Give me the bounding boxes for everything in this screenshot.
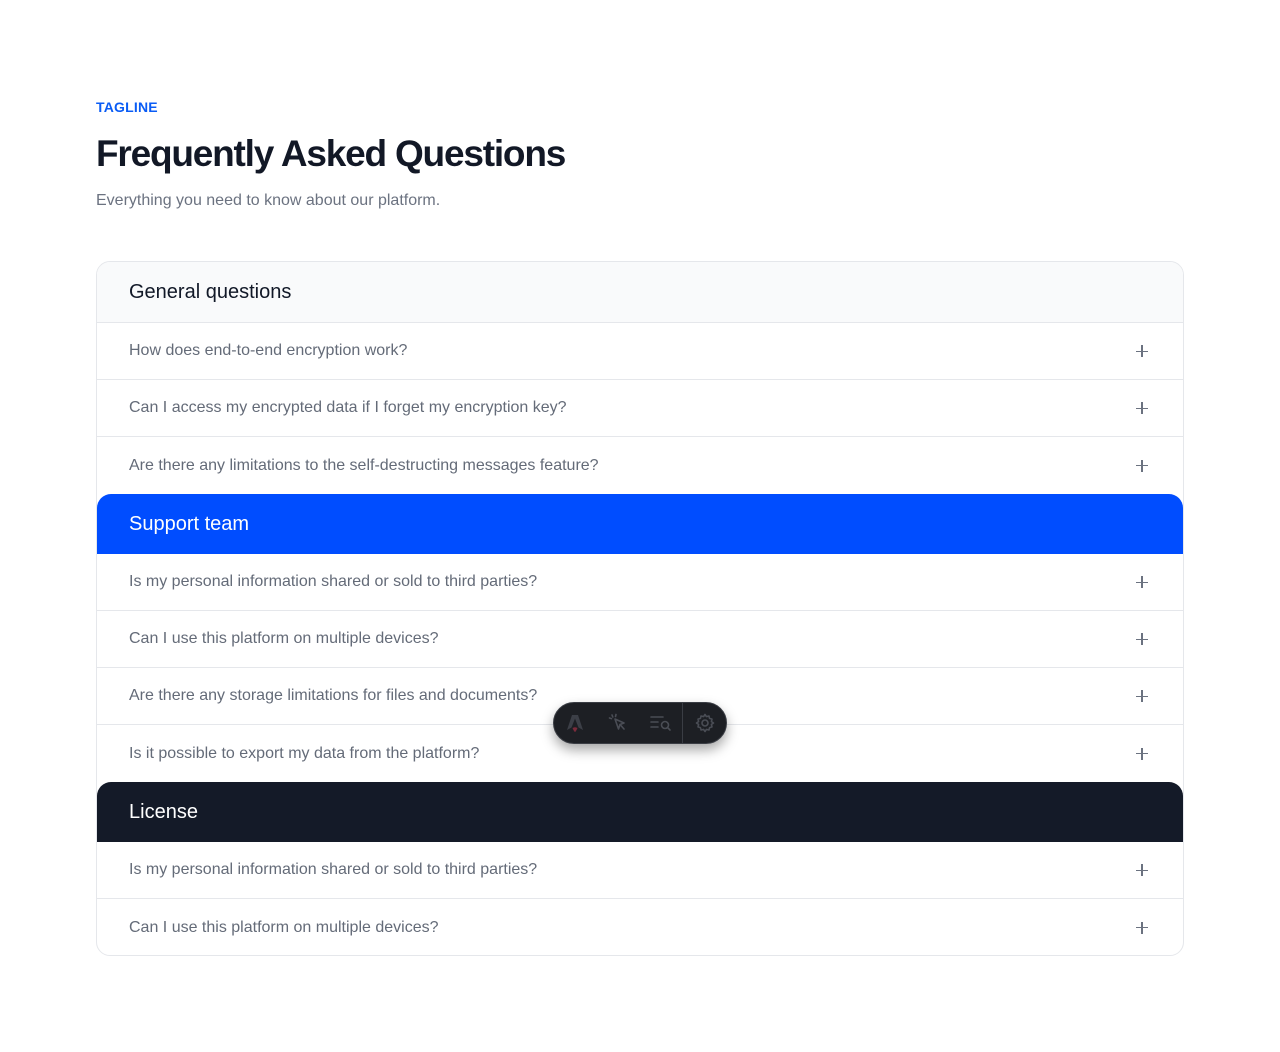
astro-logo-icon <box>567 715 584 732</box>
plus-icon[interactable] <box>1136 459 1148 472</box>
section-header-support: Support team <box>97 494 1183 554</box>
plus-icon[interactable] <box>1136 864 1148 876</box>
faq-item[interactable]: Can I use this platform on multiple devi… <box>97 899 1183 955</box>
tagline: TAGLINE <box>96 99 158 115</box>
faq-accordion: General questions How does end-to-end en… <box>96 261 1184 956</box>
astro-menu-button[interactable] <box>554 703 597 743</box>
faq-page: TAGLINE Frequently Asked Questions Every… <box>0 0 1280 1052</box>
plus-icon[interactable] <box>1136 690 1148 702</box>
faq-question: Can I use this platform on multiple devi… <box>129 918 439 936</box>
section-header-license: License <box>97 782 1183 842</box>
plus-icon[interactable] <box>1136 747 1148 760</box>
faq-question: Are there any limitations to the self-de… <box>129 456 599 474</box>
audit-button[interactable] <box>640 703 683 743</box>
plus-icon[interactable] <box>1136 345 1148 357</box>
plus-icon[interactable] <box>1136 921 1148 934</box>
faq-question: Are there any storage limitations for fi… <box>129 687 538 704</box>
faq-item[interactable]: Is my personal information shared or sol… <box>97 554 1183 611</box>
section-header-general: General questions <box>97 262 1183 323</box>
dev-toolbar <box>553 702 727 744</box>
page-subtitle: Everything you need to know about our pl… <box>96 192 441 209</box>
faq-item[interactable]: Can I use this platform on multiple devi… <box>97 611 1183 668</box>
faq-question: Can I access my encrypted data if I forg… <box>129 399 567 416</box>
settings-button[interactable] <box>683 703 726 743</box>
faq-item[interactable]: Is my personal information shared or sol… <box>97 842 1183 899</box>
faq-question: Is my personal information shared or sol… <box>129 573 538 590</box>
section-title: License <box>129 800 198 823</box>
section-title: General questions <box>129 280 292 303</box>
faq-item[interactable]: Can I access my encrypted data if I forg… <box>97 380 1183 437</box>
faq-item[interactable]: How does end-to-end encryption work? <box>97 323 1183 380</box>
inspect-button[interactable] <box>597 703 640 743</box>
plus-icon[interactable] <box>1136 633 1148 645</box>
faq-question: How does end-to-end encryption work? <box>129 342 408 359</box>
faq-question: Is it possible to export my data from th… <box>129 744 480 762</box>
page-title: Frequently Asked Questions <box>96 133 566 174</box>
gear-icon <box>695 713 714 733</box>
cursor-inspect-icon <box>608 713 625 730</box>
section-title: Support team <box>129 512 250 535</box>
plus-icon[interactable] <box>1136 576 1148 588</box>
search-list-icon <box>650 716 671 731</box>
plus-icon[interactable] <box>1136 402 1148 414</box>
faq-question: Can I use this platform on multiple devi… <box>129 630 439 647</box>
faq-item[interactable]: Are there any limitations to the self-de… <box>97 437 1183 494</box>
faq-question: Is my personal information shared or sol… <box>129 861 538 878</box>
